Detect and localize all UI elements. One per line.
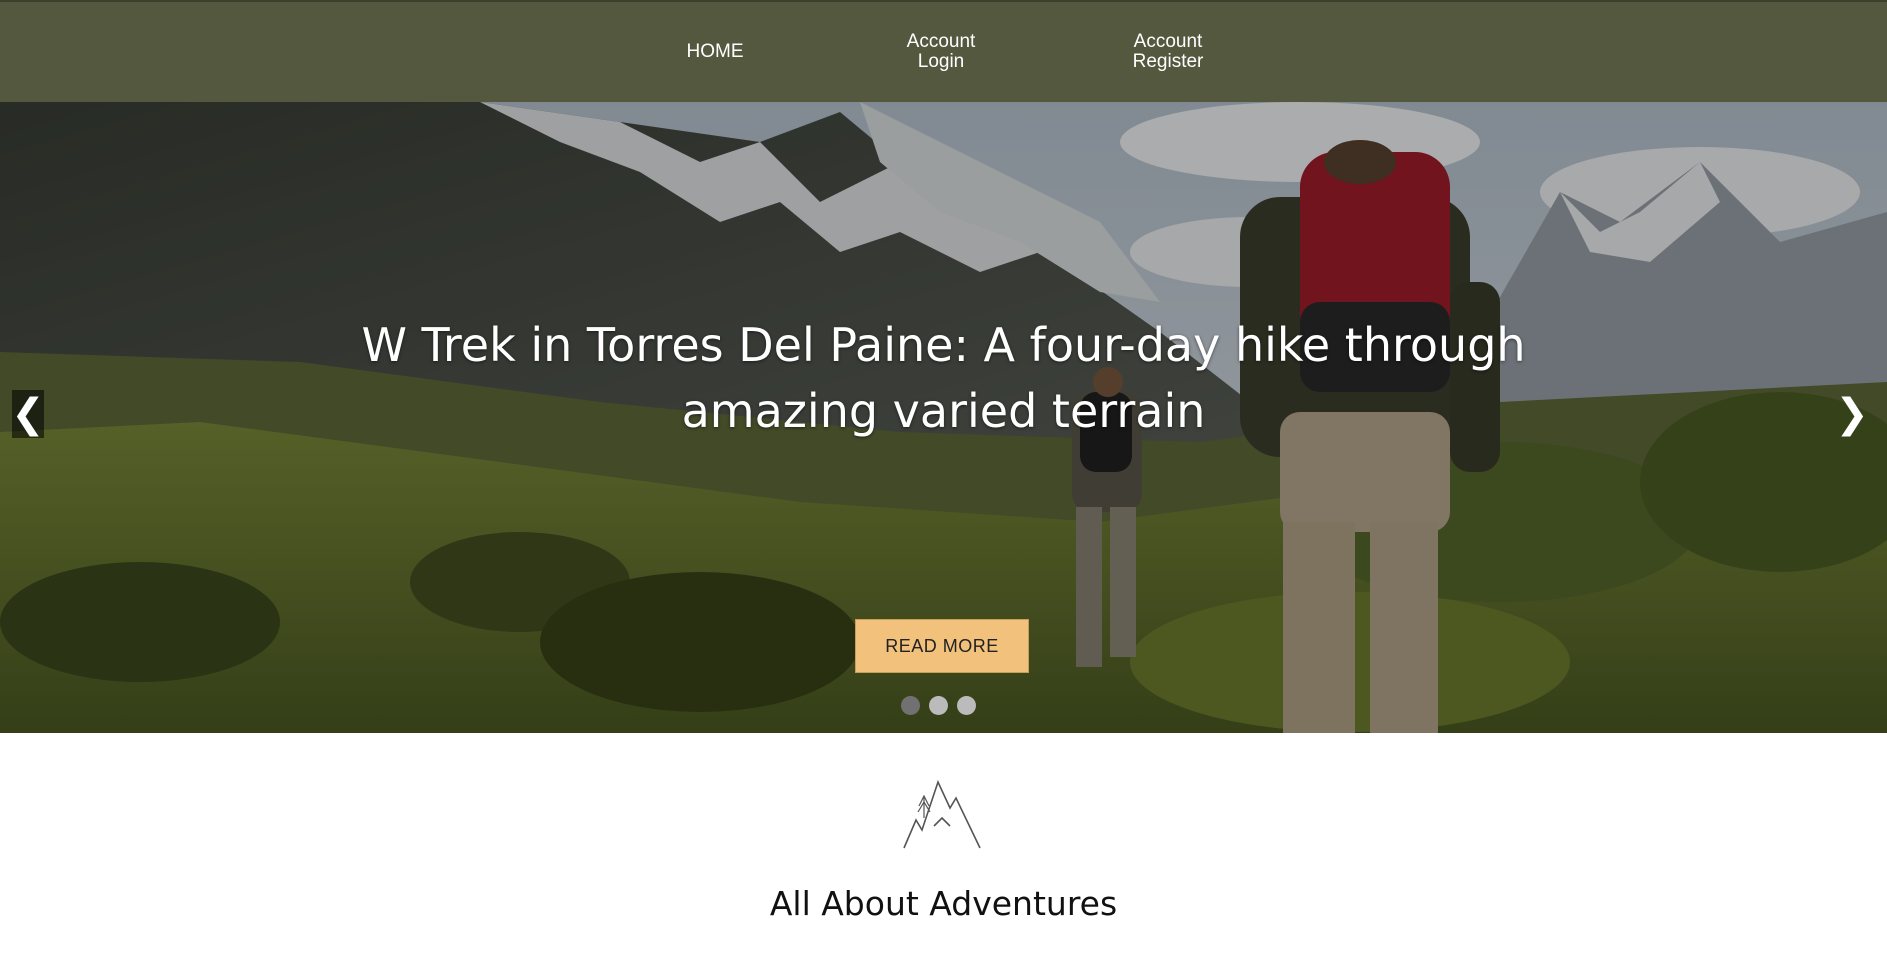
carousel-dot-2[interactable]	[929, 696, 948, 715]
page: HOME Account Login Account Register W Tr…	[0, 0, 1887, 964]
nav-register-label-line1: Account	[1133, 31, 1203, 52]
carousel-dot-3[interactable]	[957, 696, 976, 715]
section-title: All About Adventures	[769, 884, 1118, 923]
nav-account-register-link[interactable]: Account Register	[1097, 2, 1239, 102]
nav-register-label-line2: Register	[1132, 51, 1204, 72]
hero-carousel: W Trek in Torres Del Paine: A four-day h…	[0, 102, 1887, 733]
carousel-next-arrow[interactable]: ❯	[1835, 390, 1869, 438]
nav-home-link[interactable]: HOME	[655, 2, 775, 102]
carousel-dot-1[interactable]	[901, 696, 920, 715]
nav-home-label: HOME	[686, 41, 744, 62]
top-navbar: HOME Account Login Account Register	[0, 0, 1887, 102]
nav-login-label-line1: Account	[906, 31, 976, 52]
carousel-prev-arrow[interactable]: ❮	[11, 390, 45, 438]
hero-title: W Trek in Torres Del Paine: A four-day h…	[361, 318, 1526, 438]
nav-login-label-line2: Login	[917, 51, 965, 72]
carousel-indicators	[901, 696, 976, 716]
nav-account-login-link[interactable]: Account Login	[870, 2, 1012, 102]
read-more-button[interactable]: READ MORE	[855, 619, 1029, 673]
mountain-icon	[903, 779, 981, 849]
